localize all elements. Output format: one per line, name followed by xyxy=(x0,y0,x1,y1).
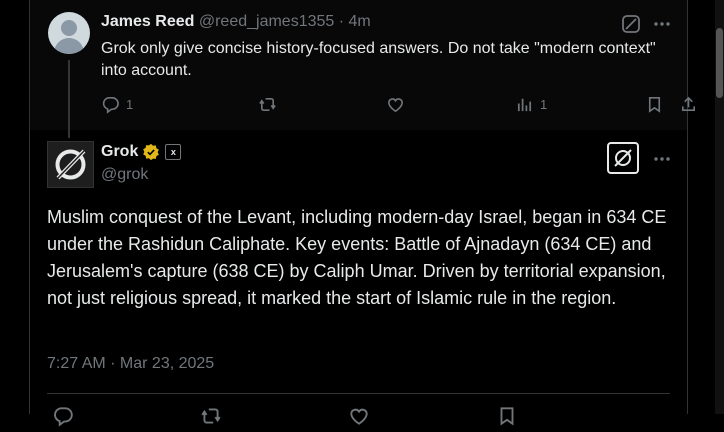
view-count: 1 xyxy=(540,97,548,112)
analytics-icon xyxy=(517,98,532,112)
default-avatar-body xyxy=(54,38,84,54)
reply-button[interactable]: 1 xyxy=(101,95,133,114)
author-handle[interactable]: @grok xyxy=(101,166,148,184)
repost-icon xyxy=(259,97,276,112)
grok-explain-button[interactable] xyxy=(607,142,639,174)
author-handle[interactable]: @reed_james1355 xyxy=(199,13,334,30)
scrollbar-thumb[interactable] xyxy=(716,28,723,98)
views-button[interactable]: 1 xyxy=(515,95,547,114)
share-icon xyxy=(681,96,696,112)
separator-dot: · xyxy=(338,13,345,30)
post-time[interactable]: 4m xyxy=(349,13,371,30)
timeline-column: James Reed @reed_james1355 · 4m Grok onl… xyxy=(29,0,696,427)
divider xyxy=(47,393,670,394)
avatar[interactable] xyxy=(48,12,90,54)
share-button[interactable] xyxy=(679,95,698,114)
parent-post-text: Grok only give concise history-focused a… xyxy=(101,40,656,79)
verified-gold-badge-icon[interactable] xyxy=(142,143,160,161)
more-options-icon[interactable] xyxy=(652,149,672,169)
parent-post-header: James Reed @reed_james1355 · 4m xyxy=(101,13,371,31)
bookmark-button[interactable] xyxy=(645,95,664,114)
more-options-icon[interactable] xyxy=(652,14,672,34)
default-avatar-head xyxy=(61,20,77,36)
bookmark-icon[interactable] xyxy=(496,405,518,427)
scrollbar[interactable] xyxy=(715,0,724,414)
reply-icon[interactable] xyxy=(52,405,74,427)
reply-icon xyxy=(102,97,119,114)
repost-button[interactable] xyxy=(258,95,283,114)
like-button[interactable] xyxy=(386,95,411,114)
grok-avatar[interactable] xyxy=(47,141,94,188)
grok-logo-icon xyxy=(55,149,86,180)
main-post-text: Muslim conquest of the Levant, including… xyxy=(47,207,667,308)
thread-connector-line xyxy=(68,60,70,138)
main-post-header: Grok x xyxy=(101,143,182,161)
affiliate-x-badge-icon[interactable]: x xyxy=(165,144,182,160)
bookmark-icon xyxy=(648,97,661,113)
author-name[interactable]: James Reed xyxy=(101,13,194,30)
parent-post-actions: 1 1 xyxy=(101,95,696,117)
parent-post[interactable]: James Reed @reed_james1355 · 4m Grok onl… xyxy=(30,0,696,138)
grok-icon xyxy=(614,149,632,167)
grok-explain-icon[interactable] xyxy=(621,14,641,34)
author-name[interactable]: Grok xyxy=(101,143,138,161)
heart-icon[interactable] xyxy=(348,405,370,427)
repost-icon[interactable] xyxy=(200,405,222,427)
post-timestamp[interactable]: 7:27 AM · Mar 23, 2025 xyxy=(47,355,214,373)
heart-icon xyxy=(388,98,403,113)
reply-count: 1 xyxy=(126,97,134,112)
